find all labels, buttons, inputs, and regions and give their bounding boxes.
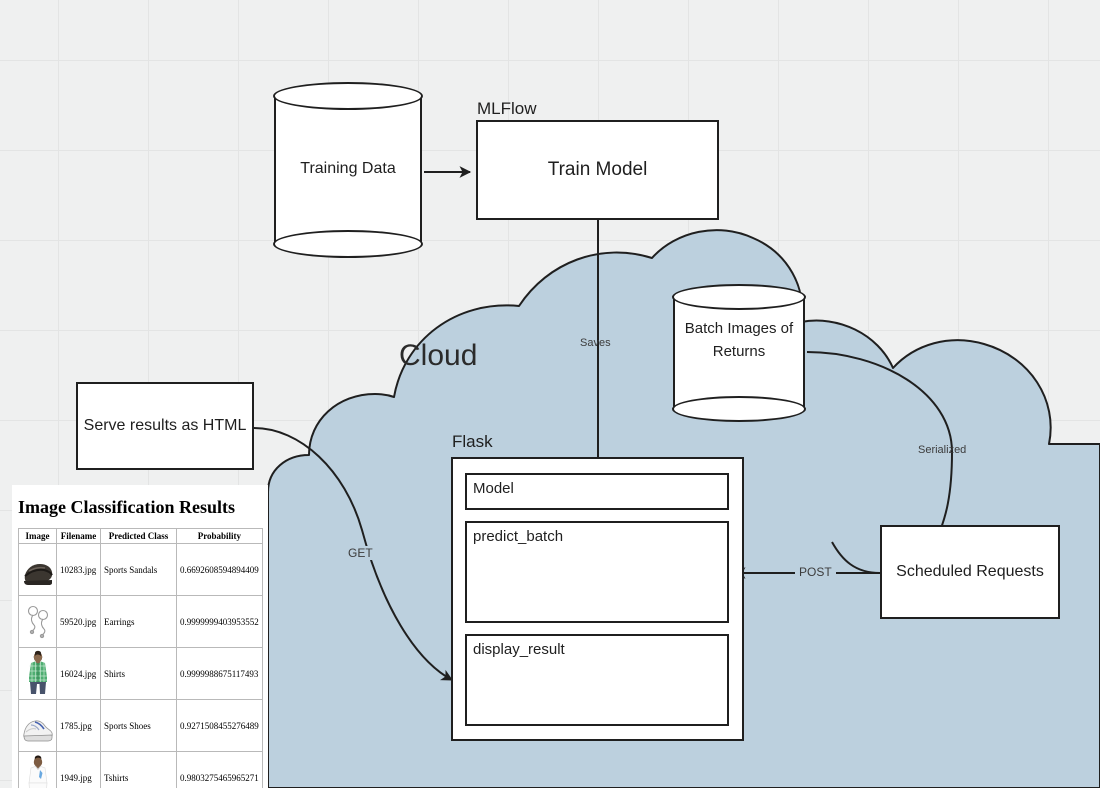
row-predicted-class: Sports Sandals [100, 543, 177, 596]
row-thumbnail-cell [18, 699, 57, 752]
batch-images-cylinder[interactable]: Batch Images of Returns [672, 284, 806, 422]
cylinder-top [672, 284, 806, 310]
row-thumbnail-cell [18, 543, 57, 596]
row-probability: 0.9271508455276489 [176, 699, 263, 752]
edge-label-serialized: Serialized [918, 444, 967, 456]
table-row[interactable]: 16024.jpg Shirts 0.9999988675117493 [18, 647, 263, 700]
row-filename: 1949.jpg [56, 751, 101, 788]
edge-serialized [806, 351, 954, 532]
model-box[interactable]: Model [465, 473, 729, 510]
table-row[interactable]: 10283.jpg Sports Sandals 0.6692608594894… [18, 543, 263, 596]
image-classification-results-panel[interactable]: Image Classification Results Image Filen… [12, 485, 268, 788]
flask-label: Flask [452, 432, 493, 451]
edge-post-curve [831, 541, 881, 574]
row-thumbnail-cell [18, 647, 57, 700]
scheduled-requests-label: Scheduled Requests [896, 563, 1044, 580]
train-model-label: Train Model [547, 159, 648, 180]
training-data-label: Training Data [300, 160, 396, 177]
row-probability: 0.6692608594894409 [176, 543, 263, 596]
cloud-label: Cloud [399, 339, 478, 372]
cylinder-bottom [672, 396, 806, 422]
earrings-thumbnail [21, 598, 55, 644]
row-filename: 1785.jpg [56, 699, 101, 752]
serve-results-label: Serve results as HTML [83, 417, 247, 434]
scheduled-requests-box[interactable]: Scheduled Requests [880, 525, 1060, 619]
sports-shoe-thumbnail [21, 702, 55, 748]
row-predicted-class: Tshirts [100, 751, 177, 788]
green-plaid-shirt-thumbnail [21, 650, 55, 696]
mlflow-label: MLFlow [477, 99, 537, 118]
row-probability: 0.9803275465965271 [176, 751, 263, 788]
batch-images-label: Batch Images of Returns [684, 320, 794, 361]
row-predicted-class: Earrings [100, 595, 177, 648]
predict-batch-label: predict_batch [473, 528, 564, 545]
serve-results-box[interactable]: Serve results as HTML [76, 382, 254, 470]
row-predicted-class: Sports Shoes [100, 699, 177, 752]
edge-label-get: GET [345, 546, 376, 560]
row-filename: 16024.jpg [56, 647, 101, 700]
table-header-row: Image Filename Predicted Class Probabili… [18, 528, 263, 544]
row-filename: 10283.jpg [56, 543, 101, 596]
diagram-canvas: Training Data MLFlow Train Model Cloud B… [0, 0, 1100, 788]
cylinder-top [273, 82, 423, 110]
edge-label-post: POST [795, 565, 836, 579]
display-result-label: display_result [473, 641, 565, 658]
results-table[interactable]: Image Filename Predicted Class Probabili… [18, 528, 263, 788]
table-row[interactable]: 1949.jpg Tshirts 0.9803275465965271 [18, 751, 263, 788]
row-thumbnail-cell [18, 595, 57, 648]
predict-batch-box[interactable]: predict_batch [465, 521, 729, 623]
train-model-box[interactable]: Train Model [476, 120, 719, 220]
display-result-box[interactable]: display_result [465, 634, 729, 726]
row-predicted-class: Shirts [100, 647, 177, 700]
edge-label-saves: Saves [580, 337, 611, 349]
cylinder-bottom [273, 230, 423, 258]
training-data-cylinder[interactable]: Training Data [273, 82, 423, 258]
table-row[interactable]: 59520.jpg Earrings 0.9999999403953552 [18, 595, 263, 648]
white-tshirt-thumbnail [21, 754, 55, 788]
row-filename: 59520.jpg [56, 595, 101, 648]
results-panel-title: Image Classification Results [18, 497, 235, 517]
column-header-image: Image [18, 528, 57, 544]
model-label: Model [473, 480, 514, 497]
table-row[interactable]: 1785.jpg Sports Shoes 0.9271508455276489 [18, 699, 263, 752]
row-probability: 0.9999988675117493 [176, 647, 263, 700]
row-probability: 0.9999999403953552 [176, 595, 263, 648]
column-header-probability: Probability [176, 528, 263, 544]
column-header-predicted-class: Predicted Class [100, 528, 177, 544]
row-thumbnail-cell [18, 751, 57, 788]
column-header-filename: Filename [56, 528, 101, 544]
sports-sandal-thumbnail [21, 546, 55, 592]
